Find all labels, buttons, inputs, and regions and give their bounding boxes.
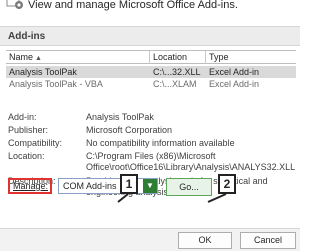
addins-list: Name ▲ Location Type Analysis ToolPak C:\…: [0, 46, 300, 106]
callout-badge-2: 2: [218, 174, 236, 194]
publisher-value: Microsoft Corporation: [86, 125, 173, 135]
manage-row: Manage: COM Add-ins ▼ Go... 1 2: [0, 166, 300, 206]
location-label: Location:: [8, 151, 45, 161]
compatibility-label: Compatibility:: [8, 138, 63, 148]
addin-name: Analysis ToolPak - VBA: [9, 79, 103, 89]
addin-name: Analysis ToolPak: [9, 67, 77, 77]
ok-button[interactable]: OK: [178, 232, 232, 249]
manage-dropdown-value: COM Add-ins: [63, 181, 117, 191]
dialog-footer: OK Cancel: [0, 228, 300, 251]
go-button[interactable]: Go...: [166, 178, 212, 196]
list-item[interactable]: Analysis ToolPak - VBA C:\...XLAM Excel …: [6, 78, 296, 90]
callout-badge-1: 1: [120, 174, 138, 194]
header-bar: View and manage Microsoft Office Add-ins…: [0, 0, 300, 26]
addin-label: Add-in:: [8, 112, 37, 122]
manage-dropdown[interactable]: COM Add-ins ▼: [58, 178, 158, 194]
column-header-location[interactable]: Location: [150, 51, 206, 64]
list-item[interactable]: Analysis ToolPak C:\...32.XLL Excel Add-…: [6, 66, 296, 78]
addin-type: Excel Add-in: [209, 79, 260, 89]
addin-type: Excel Add-in: [209, 67, 260, 77]
chevron-down-icon[interactable]: ▼: [143, 179, 157, 193]
addins-list-header: Name ▲ Location Type: [6, 50, 296, 64]
column-header-type[interactable]: Type: [206, 51, 296, 64]
publisher-label: Publisher:: [8, 125, 49, 135]
cancel-button[interactable]: Cancel: [240, 232, 296, 249]
office-addins-icon: [6, 0, 23, 9]
compatibility-value: No compatibility information available: [86, 138, 235, 148]
sort-ascending-icon: ▲: [35, 55, 42, 62]
addin-location: C:\...XLAM: [153, 79, 197, 89]
addin-location: C:\...32.XLL: [153, 67, 201, 77]
manage-label: Manage:: [13, 181, 49, 191]
column-header-name[interactable]: Name ▲: [6, 51, 150, 64]
addins-section-label: Add-ins: [0, 26, 300, 46]
dialog-subtitle: View and manage Microsoft Office Add-ins…: [28, 0, 238, 11]
manage-highlight-box: Manage:: [8, 178, 52, 194]
addin-value: Analysis ToolPak: [86, 112, 154, 122]
column-header-name-label: Name: [9, 52, 34, 62]
